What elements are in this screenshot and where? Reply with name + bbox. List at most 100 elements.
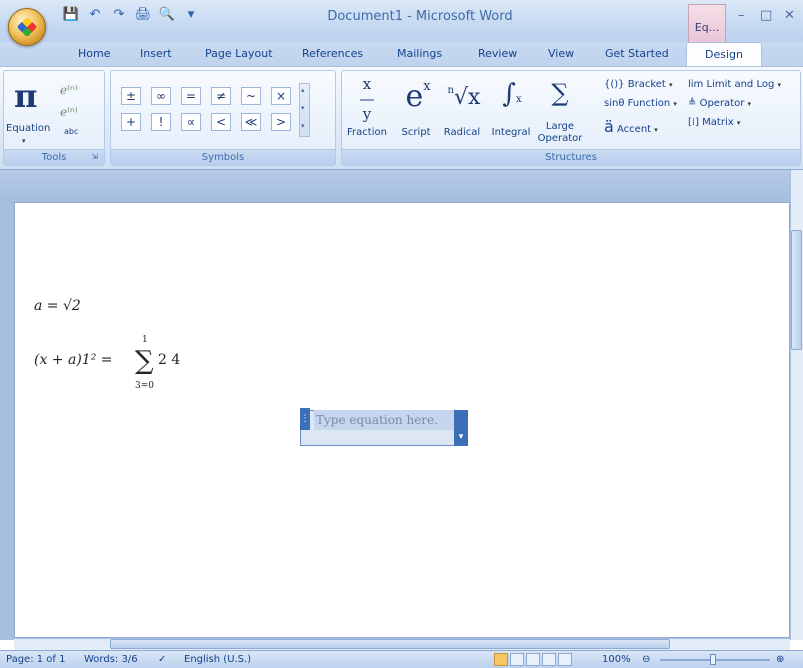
horizontal-scroll-thumb[interactable] [110,639,670,649]
scroll-up-icon[interactable]: ▴ [301,86,305,94]
tab-get-started[interactable]: Get Started [605,47,669,60]
tools-group: π Equation ▾ ℯ⁽ⁿ⁾ ℯ⁽ⁿ⁾ abc Tools ⇲ [3,70,105,166]
zoom-out-icon[interactable]: ⊖ [642,654,650,665]
bracket-button[interactable]: {()} Bracket ▾ [604,79,673,90]
large-operator-icon[interactable]: ∑ [542,79,578,107]
equals-symbol[interactable]: = [181,87,201,105]
dialog-launcher-icon[interactable]: ⇲ [91,152,98,161]
ribbon-tabs: Home Insert Page Layout References Maili… [0,42,803,67]
radical-button[interactable]: Radical [440,127,484,138]
matrix-button[interactable]: [⁞] Matrix ▾ [688,117,740,128]
tab-view[interactable]: View [548,47,574,60]
web-layout-icon[interactable] [526,653,540,666]
undo-icon[interactable]: ↶ [86,7,104,23]
bracket-icon: {()} [604,79,625,90]
fraction-icon[interactable]: x — y [350,77,384,122]
proofing-icon[interactable]: ✓ [158,654,166,665]
structures-group: x — y Fraction ex Script n√x Radical ∫x In… [341,70,801,166]
not-equal-symbol[interactable]: ≠ [211,87,231,105]
script-button[interactable]: Script [394,127,438,138]
plus-symbol[interactable]: + [121,113,141,131]
zoom-slider-thumb[interactable] [710,654,716,665]
redo-icon[interactable]: ↷ [110,7,128,23]
factorial-symbol[interactable]: ! [151,113,171,131]
function-button[interactable]: sinθ Function ▾ [604,98,677,109]
scroll-down-icon[interactable]: ▾ [301,104,305,112]
equation-pi-icon[interactable]: π [14,77,37,115]
tab-home[interactable]: Home [78,47,110,60]
language-indicator[interactable]: English (U.S.) [184,654,251,665]
tab-insert[interactable]: Insert [140,47,172,60]
limit-and-log-button[interactable]: lim Limit and Log ▾ [688,79,781,90]
proportional-symbol[interactable]: ∝ [181,113,201,131]
script-icon[interactable]: ex [398,79,438,114]
equation-handle-icon[interactable]: ⋮ [300,408,310,430]
sum-lower-limit: 3=0 [135,381,154,391]
print-icon[interactable]: 🖨 [134,7,152,23]
vertical-scroll-thumb[interactable] [791,230,802,350]
equation-sum-left: (x + a)1² = [34,352,113,368]
customize-icon[interactable]: ▾ [182,7,200,23]
fraction-button[interactable]: Fraction [344,127,390,138]
much-less-than-symbol[interactable]: ≪ [241,113,261,131]
equation-sum[interactable]: (x + a)1² = [34,352,113,368]
accent-button[interactable]: ä Accent ▾ [604,117,658,136]
close-icon[interactable]: ✕ [784,8,795,23]
tilde-symbol[interactable]: ~ [241,87,261,105]
equation-sqrt[interactable]: a = √2 [34,298,81,314]
linear-format-icon[interactable]: ℯ⁽ⁿ⁾ [60,105,78,119]
ruler-band [0,170,790,200]
accent-dropdown-icon: ▾ [654,126,658,134]
full-screen-reading-icon[interactable] [510,653,524,666]
print-preview-icon[interactable]: 🔍 [158,7,176,23]
operator-dropdown-icon: ▾ [747,100,752,108]
times-symbol[interactable]: × [271,87,291,105]
sum-upper-limit: 1 [142,335,148,345]
zoom-in-icon[interactable]: ⊕ [776,654,784,665]
accent-icon: ä [604,117,614,136]
greater-than-symbol[interactable]: > [271,113,291,131]
normal-text-button[interactable]: abc [64,127,78,136]
accent-label: Accent [617,124,652,135]
equation-options-dropdown-icon[interactable]: ▾ [454,410,468,446]
page-count[interactable]: Page: 1 of 1 [6,654,65,665]
draft-view-icon[interactable] [558,653,572,666]
tab-design[interactable]: Design [686,42,762,67]
zoom-level[interactable]: 100% [602,654,631,665]
equation-placeholder-text[interactable]: Type equation here. [314,410,454,430]
outline-view-icon[interactable] [542,653,556,666]
infinity-symbol[interactable]: ∞ [151,87,171,105]
tab-mailings[interactable]: Mailings [397,47,442,60]
plus-minus-symbol[interactable]: ± [121,87,141,105]
limit-icon: lim [688,79,704,90]
tab-references[interactable]: References [302,47,363,60]
word-count[interactable]: Words: 3/6 [84,654,138,665]
integral-button[interactable]: Integral [486,127,536,138]
symbols-group: ± ∞ = ≠ ~ × + ! ∝ < ≪ > ▴ ▾ ▾ Symbols [110,70,336,166]
integral-icon[interactable]: ∫x [492,79,532,109]
matrix-icon: [⁞] [688,117,699,128]
operator-button[interactable]: ≜ Operator ▾ [688,98,751,109]
symbols-scroll[interactable]: ▴ ▾ ▾ [299,83,310,137]
sum-body: 2 4 [158,352,181,368]
function-icon: sinθ [604,98,625,109]
more-symbols-icon[interactable]: ▾ [301,122,305,130]
office-logo-icon [16,16,38,38]
print-layout-view-icon[interactable] [494,653,508,666]
large-operator-button[interactable]: Large Operator [536,121,584,145]
office-button[interactable] [8,8,46,46]
radical-icon[interactable]: n√x [444,85,484,110]
operator-label: Operator [699,98,745,109]
tab-page-layout[interactable]: Page Layout [205,47,273,60]
equation-dropdown-icon[interactable]: ▾ [22,137,26,145]
minimize-icon[interactable]: – [738,8,745,23]
save-icon[interactable]: 💾 [62,7,80,23]
less-than-symbol[interactable]: < [211,113,231,131]
function-label: Function [627,98,671,109]
maximize-icon[interactable]: □ [760,8,772,23]
tab-review[interactable]: Review [478,47,517,60]
equation-tools-context-tab: Eq... [688,4,726,42]
structures-group-label: Structures [342,149,800,165]
equation-button[interactable]: Equation [6,123,50,134]
professional-format-icon[interactable]: ℯ⁽ⁿ⁾ [60,83,78,97]
